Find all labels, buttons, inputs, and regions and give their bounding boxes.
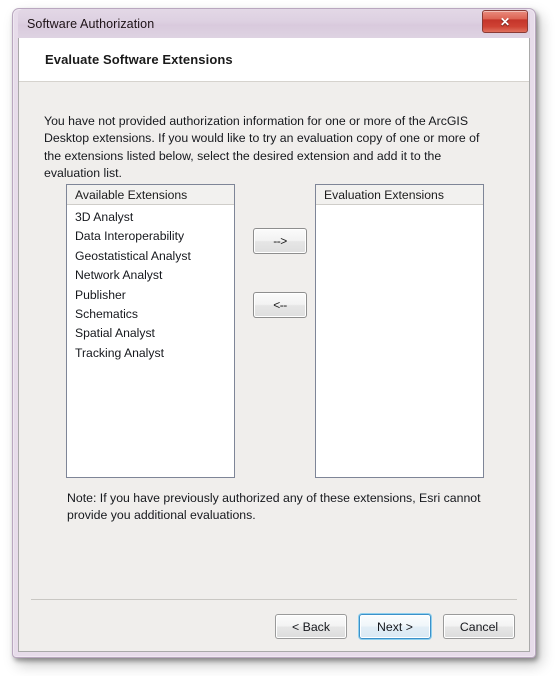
screenshot-root: Software Authorization ✕ Evaluate Softwa… bbox=[0, 0, 558, 676]
footer-divider bbox=[31, 599, 517, 600]
list-item[interactable]: Data Interoperability bbox=[67, 227, 234, 246]
remove-extension-button[interactable]: <-- bbox=[253, 292, 307, 318]
evaluation-extensions-listbox[interactable]: Evaluation Extensions bbox=[315, 184, 484, 478]
back-button[interactable]: < Back bbox=[275, 614, 347, 639]
available-extensions-items: 3D Analyst Data Interoperability Geostat… bbox=[67, 205, 234, 363]
add-extension-button[interactable]: --> bbox=[253, 228, 307, 254]
page-title: Evaluate Software Extensions bbox=[45, 52, 233, 67]
evaluation-extensions-header-label: Evaluation Extensions bbox=[324, 187, 444, 202]
available-extensions-header: Available Extensions bbox=[67, 185, 234, 205]
close-icon: ✕ bbox=[499, 14, 511, 29]
list-item[interactable]: Geostatistical Analyst bbox=[67, 247, 234, 266]
list-item[interactable]: Spatial Analyst bbox=[67, 324, 234, 343]
list-item[interactable]: Publisher bbox=[67, 286, 234, 305]
window-title: Software Authorization bbox=[27, 16, 155, 31]
dialog-header-band: Evaluate Software Extensions bbox=[19, 38, 529, 82]
title-bar[interactable]: Software Authorization ✕ bbox=[18, 9, 530, 38]
list-item[interactable]: Tracking Analyst bbox=[67, 344, 234, 363]
dialog-client-area: Evaluate Software Extensions You have no… bbox=[18, 38, 530, 652]
intro-paragraph: You have not provided authorization info… bbox=[44, 114, 480, 180]
evaluation-extensions-header: Evaluation Extensions bbox=[316, 185, 483, 205]
arrow-right-icon: --> bbox=[273, 234, 287, 248]
cancel-button[interactable]: Cancel bbox=[443, 614, 515, 639]
list-item[interactable]: Schematics bbox=[67, 305, 234, 324]
footer-button-bar: < Back Next > Cancel bbox=[275, 614, 515, 639]
available-extensions-header-label: Available Extensions bbox=[75, 187, 188, 202]
dialog-body: You have not provided authorization info… bbox=[19, 82, 529, 651]
list-item[interactable]: 3D Analyst bbox=[67, 208, 234, 227]
next-button[interactable]: Next > bbox=[359, 614, 431, 639]
evaluation-extensions-items bbox=[316, 205, 483, 208]
list-item[interactable]: Network Analyst bbox=[67, 266, 234, 285]
close-button[interactable]: ✕ bbox=[482, 10, 528, 33]
arrow-left-icon: <-- bbox=[273, 298, 287, 312]
note-text: Note: If you have previously authorized … bbox=[67, 491, 481, 523]
dialog-window: Software Authorization ✕ Evaluate Softwa… bbox=[12, 8, 536, 658]
available-extensions-listbox[interactable]: Available Extensions 3D Analyst Data Int… bbox=[66, 184, 235, 478]
